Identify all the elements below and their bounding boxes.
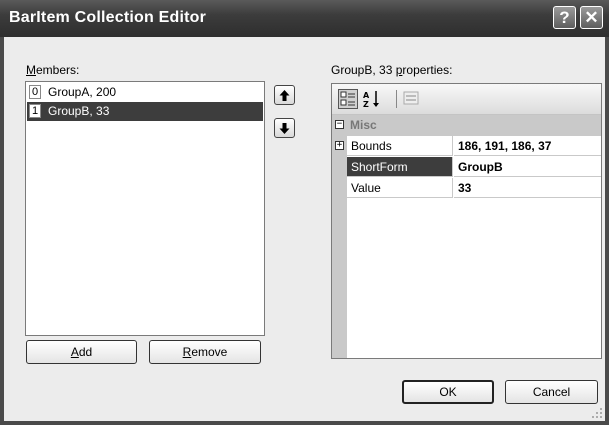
help-button[interactable]: ? — [553, 6, 576, 29]
category-misc[interactable]: − Misc — [332, 115, 601, 136]
arrow-up-icon — [279, 90, 290, 101]
property-value[interactable]: 186, 191, 186, 37 — [454, 136, 601, 156]
collapse-icon[interactable]: − — [335, 120, 344, 129]
item-text: GroupB, 33 — [48, 104, 110, 118]
arrow-down-icon — [279, 123, 290, 134]
members-label: Members: — [26, 63, 80, 77]
remove-button[interactable]: Remove — [149, 340, 261, 364]
dialog-client-area: Members: 0 GroupA, 200 1 GroupB, 33 Add … — [4, 37, 605, 421]
collection-editor-window: BarItem Collection Editor ? ✕ Members: 0… — [0, 0, 609, 425]
svg-text:A: A — [363, 91, 370, 100]
property-pages-icon[interactable] — [402, 89, 422, 109]
grid-gutter — [332, 199, 347, 358]
list-item[interactable]: 1 GroupB, 33 — [27, 102, 263, 121]
property-row-bounds[interactable]: + Bounds 186, 191, 186, 37 — [332, 136, 601, 157]
members-list[interactable]: 0 GroupA, 200 1 GroupB, 33 — [25, 81, 265, 336]
property-name: ShortForm — [347, 157, 453, 177]
item-text: GroupA, 200 — [48, 85, 117, 99]
toolbar-separator — [396, 90, 397, 108]
ok-button[interactable]: OK — [402, 380, 494, 404]
close-button[interactable]: ✕ — [580, 6, 603, 29]
list-item[interactable]: 0 GroupA, 200 — [27, 83, 263, 102]
property-grid-toolbar: A Z — [332, 84, 601, 115]
alphabetical-icon[interactable]: A Z — [362, 89, 382, 109]
item-index: 0 — [29, 85, 41, 99]
help-icon: ? — [559, 8, 570, 27]
expand-icon[interactable]: + — [335, 141, 344, 150]
title-bar[interactable]: BarItem Collection Editor ? ✕ — [0, 0, 609, 37]
property-grid[interactable]: A Z − Misc + Bounds 186, 191, 186, 37 Sh… — [331, 83, 602, 359]
properties-label: GroupB, 33 properties: — [331, 63, 453, 77]
cancel-button[interactable]: Cancel — [505, 380, 598, 404]
add-button[interactable]: Add — [26, 340, 137, 364]
category-name: Misc — [350, 118, 377, 132]
property-row-shortform[interactable]: ShortForm GroupB — [332, 157, 601, 178]
property-value[interactable]: GroupB — [454, 157, 601, 177]
resize-grip-icon[interactable] — [591, 407, 603, 419]
property-value[interactable]: 33 — [454, 178, 601, 198]
window-title: BarItem Collection Editor — [9, 9, 207, 26]
svg-text:Z: Z — [363, 100, 369, 109]
close-icon: ✕ — [584, 8, 599, 27]
property-row-value[interactable]: Value 33 — [332, 178, 601, 199]
property-name: Value — [347, 178, 453, 198]
property-name: Bounds — [347, 136, 453, 156]
item-index: 1 — [29, 104, 41, 118]
categorized-icon[interactable] — [338, 89, 358, 109]
move-down-button[interactable] — [274, 118, 295, 138]
move-up-button[interactable] — [274, 85, 295, 105]
